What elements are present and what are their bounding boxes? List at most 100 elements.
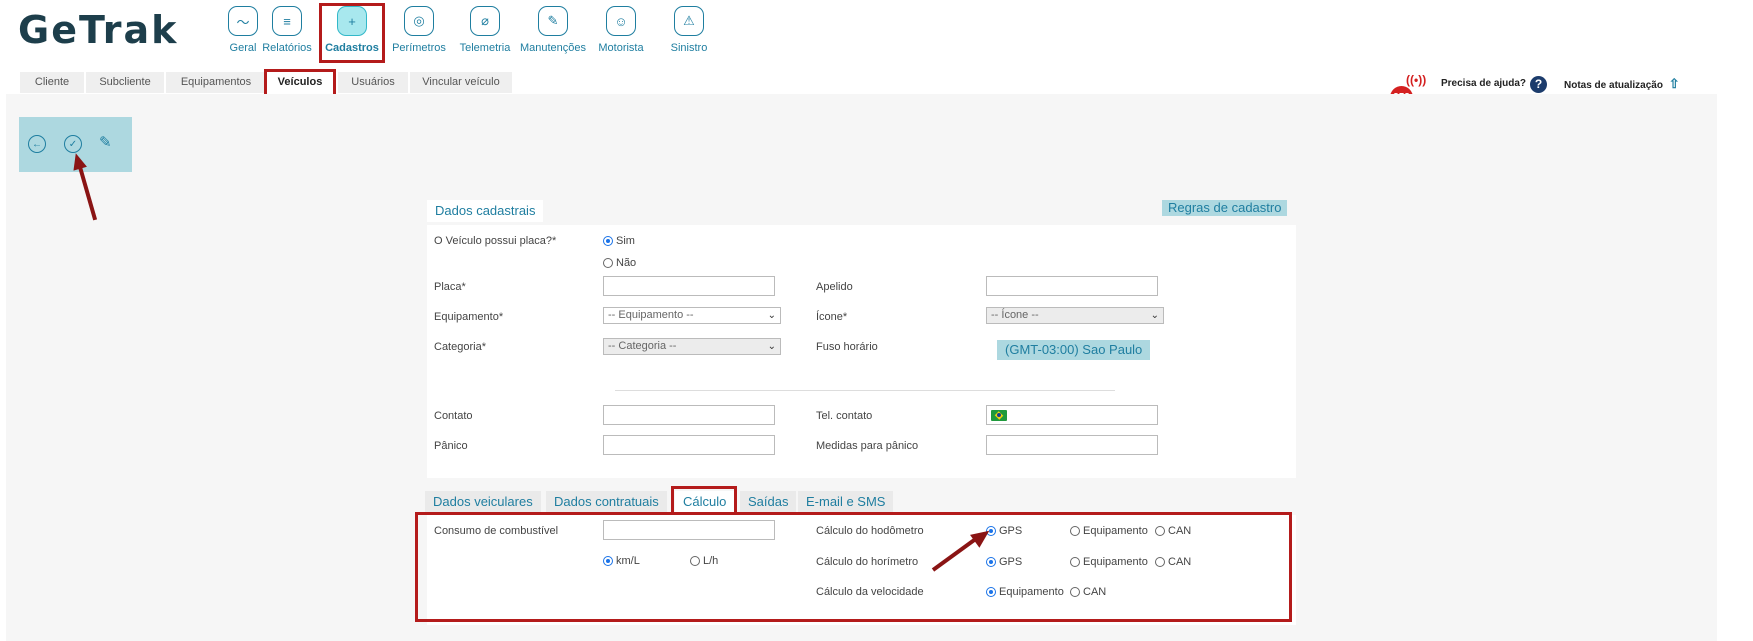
- radio-speed-can[interactable]: CAN: [1070, 586, 1106, 598]
- nav-motorista-label: Motorista: [598, 42, 644, 54]
- subtab-vincular-veiculo[interactable]: Vincular veículo: [410, 72, 512, 93]
- radio-hourmeter-can-label: CAN: [1168, 556, 1192, 568]
- radio-hourmeter-gps[interactable]: GPS: [986, 556, 1022, 568]
- radio-plate-yes-label: Sim: [616, 235, 635, 247]
- equipment-select[interactable]: -- Equipamento -- ⌄: [603, 307, 781, 324]
- chevron-down-icon: ⌄: [767, 341, 776, 352]
- nickname-label: Apelido: [816, 281, 853, 293]
- brazil-flag-icon[interactable]: [991, 410, 1007, 421]
- odometer-label: Cálculo do hodômetro: [816, 525, 924, 537]
- phone-input[interactable]: [986, 405, 1158, 425]
- help-link[interactable]: Precisa de ajuda? ?: [1437, 73, 1552, 95]
- radio-hourmeter-equipment[interactable]: Equipamento: [1070, 556, 1148, 568]
- target-icon: ◎: [404, 6, 434, 36]
- tab-dados-contratuais[interactable]: Dados contratuais: [546, 491, 667, 513]
- radio-off-icon: [1070, 587, 1080, 597]
- radio-plate-yes[interactable]: Sim: [603, 235, 635, 247]
- nav-relatorios-label: Relatórios: [262, 42, 312, 54]
- release-notes-label: Notas de atualização: [1564, 80, 1663, 91]
- chevron-down-icon: ⌄: [1150, 310, 1159, 321]
- nav-manutencoes-label: Manutenções: [519, 42, 587, 54]
- save-check-icon[interactable]: ✓: [64, 135, 82, 153]
- subtab-usuarios[interactable]: Usuários: [338, 72, 408, 93]
- radio-hourmeter-can[interactable]: CAN: [1155, 556, 1191, 568]
- contact-input[interactable]: [603, 405, 775, 425]
- nav-relatorios[interactable]: ≡ Relatórios: [252, 6, 322, 54]
- radio-odometer-equipment[interactable]: Equipamento: [1070, 525, 1148, 537]
- nav-telemetria[interactable]: ⌀ Telemetria: [450, 6, 520, 54]
- radio-speed-equipment[interactable]: Equipamento: [986, 586, 1064, 598]
- subtab-subcliente[interactable]: Subcliente: [86, 72, 164, 93]
- nav-telemetria-label: Telemetria: [459, 42, 511, 54]
- radio-odometer-equipment-label: Equipamento: [1083, 525, 1148, 537]
- fuel-input[interactable]: [603, 520, 775, 540]
- getrak-logo: GeTrak: [18, 8, 179, 52]
- section-dados-cadastrais[interactable]: Dados cadastrais: [427, 200, 544, 222]
- radio-off-icon: [603, 258, 613, 268]
- radio-odometer-gps-label: GPS: [999, 525, 1023, 537]
- antenna-icon[interactable]: ((•)): [1406, 73, 1426, 87]
- tab-saidas[interactable]: Saídas: [740, 491, 797, 513]
- radio-plate-no[interactable]: Não: [603, 257, 636, 269]
- has-plate-label: O Veículo possui placa?*: [434, 235, 557, 247]
- radio-plate-no-label: Não: [616, 257, 637, 269]
- timezone-value[interactable]: (GMT-03:00) Sao Paulo: [997, 340, 1151, 360]
- radio-unit-lh[interactable]: L/h: [690, 555, 718, 567]
- contact-label: Contato: [434, 410, 473, 422]
- radio-odometer-can[interactable]: CAN: [1155, 525, 1191, 537]
- phone-label: Tel. contato: [816, 410, 873, 422]
- nav-perimetros-label: Perímetros: [392, 42, 446, 54]
- subtab-equipamentos[interactable]: Equipamentos: [166, 72, 266, 93]
- chevron-down-icon: ⌄: [767, 310, 776, 321]
- radio-unit-kml[interactable]: km/L: [603, 555, 640, 567]
- help-icon: ?: [1530, 75, 1548, 93]
- radio-off-icon: [690, 556, 700, 566]
- report-icon: ≡: [272, 6, 302, 36]
- form-divider: [615, 390, 1115, 391]
- tab-dados-veiculares[interactable]: Dados veiculares: [425, 491, 541, 513]
- rules-button[interactable]: Regras de cadastro: [1162, 200, 1288, 216]
- radio-odometer-can-label: CAN: [1168, 525, 1192, 537]
- radio-unit-kml-label: km/L: [616, 555, 640, 567]
- tab-email-sms[interactable]: E-mail e SMS: [798, 491, 894, 513]
- radio-on-icon: [986, 557, 996, 567]
- panic-input[interactable]: [603, 435, 775, 455]
- panic-measures-input[interactable]: [986, 435, 1158, 455]
- eraser-icon[interactable]: ✎: [99, 133, 112, 151]
- wrench-icon: ✎: [538, 6, 568, 36]
- help-label: Precisa de ajuda?: [1441, 78, 1527, 89]
- radio-speed-can-label: CAN: [1083, 586, 1107, 598]
- equipment-label: Equipamento*: [434, 311, 504, 323]
- hourmeter-label: Cálculo do horímetro: [816, 556, 919, 568]
- rocket-icon: ⇧: [1668, 76, 1680, 91]
- category-select[interactable]: -- Categoria -- ⌄: [603, 338, 781, 355]
- icon-label: Ícone*: [816, 311, 848, 323]
- timezone-label: Fuso horário: [816, 341, 878, 353]
- release-notes-link[interactable]: Notas de atualização ⇧: [1560, 73, 1684, 95]
- nickname-input[interactable]: [986, 276, 1158, 296]
- radio-off-icon: [1070, 526, 1080, 536]
- nav-manutencoes[interactable]: ✎ Manutenções: [518, 6, 588, 54]
- radio-speed-equipment-label: Equipamento: [999, 586, 1064, 598]
- nav-sinistro-label: Sinistro: [670, 42, 708, 54]
- category-label: Categoria*: [434, 341, 486, 353]
- radio-unit-lh-label: L/h: [703, 555, 719, 567]
- radio-off-icon: [1070, 557, 1080, 567]
- driver-icon: ☺: [606, 6, 636, 36]
- radio-hourmeter-equipment-label: Equipamento: [1083, 556, 1148, 568]
- nav-motorista[interactable]: ☺ Motorista: [586, 6, 656, 54]
- panic-measures-label: Medidas para pânico: [816, 440, 919, 452]
- back-icon[interactable]: ←: [28, 135, 46, 153]
- plate-input[interactable]: [603, 276, 775, 296]
- radio-off-icon: [1155, 526, 1165, 536]
- panic-label: Pânico: [434, 440, 468, 452]
- nav-perimetros[interactable]: ◎ Perímetros: [384, 6, 454, 54]
- plate-label: Placa*: [434, 281, 466, 293]
- highlight-cadastros: [319, 3, 385, 63]
- icon-select[interactable]: -- Ícone -- ⌄: [986, 307, 1164, 324]
- nav-sinistro[interactable]: ⚠ Sinistro: [654, 6, 724, 54]
- alarm-icon: ⚠: [674, 6, 704, 36]
- subtab-cliente[interactable]: Cliente: [20, 72, 84, 93]
- speed-label: Cálculo da velocidade: [816, 586, 924, 598]
- equipment-select-value: -- Equipamento --: [608, 309, 694, 321]
